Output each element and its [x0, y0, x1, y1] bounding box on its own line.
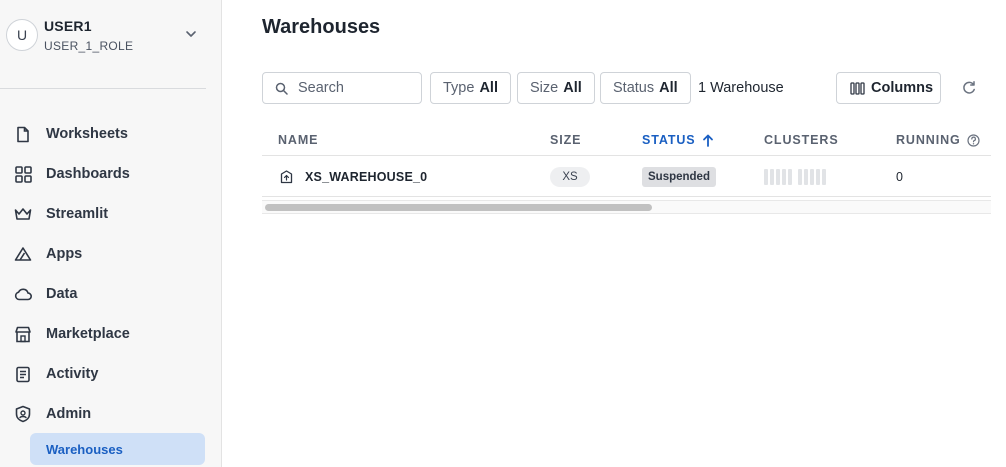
user-name: USER1 [44, 18, 92, 34]
filter-status[interactable]: Status All [600, 72, 691, 104]
sidebar-item-label: Marketplace [46, 326, 130, 342]
cluster-bar [776, 169, 780, 185]
cluster-bar [810, 169, 814, 185]
warehouse-name-cell[interactable]: XS_WAREHOUSE_0 [280, 157, 427, 197]
column-header-clusters[interactable]: CLUSTERS [764, 133, 839, 147]
column-header-label: CLUSTERS [764, 133, 839, 147]
cluster-bar [764, 169, 768, 185]
cluster-bar [782, 169, 786, 185]
sidebar-divider [0, 88, 206, 89]
horizontal-scrollbar[interactable] [262, 200, 991, 214]
columns-icon [850, 81, 865, 95]
page-title: Warehouses [262, 16, 381, 38]
cloud-icon [14, 285, 32, 303]
column-header-label: SIZE [550, 133, 582, 147]
sidebar-item-admin[interactable]: Admin [14, 398, 206, 430]
cluster-bar [816, 169, 820, 185]
sort-ascending-icon [702, 134, 713, 147]
cluster-group [798, 169, 826, 185]
cluster-bar [798, 169, 802, 185]
crown-icon [14, 205, 32, 223]
sidebar-item-label: Activity [46, 366, 99, 382]
sidebar-item-streamlit[interactable]: Streamlit [14, 198, 206, 230]
sidebar-item-apps[interactable]: Apps [14, 238, 206, 270]
filter-value: All [479, 80, 498, 96]
avatar: U [6, 19, 38, 51]
size-cell: XS [550, 157, 590, 197]
sidebar-subitem-warehouses[interactable]: Warehouses [30, 433, 205, 465]
columns-button[interactable]: Columns [836, 72, 941, 104]
cluster-bar [788, 169, 792, 185]
refresh-icon[interactable] [961, 80, 977, 96]
sidebar-item-label: Admin [46, 406, 92, 422]
user-menu[interactable]: U USER1 USER_1_ROLE [6, 15, 206, 55]
column-header-size[interactable]: SIZE [550, 133, 581, 147]
running-cell: 0 [896, 157, 903, 197]
sidebar: U USER1 USER_1_ROLE Worksheets Dashboard… [0, 0, 222, 467]
sidebar-item-label: Dashboards [46, 166, 130, 182]
column-header-name[interactable]: NAME [278, 133, 318, 147]
warehouse-name: XS_WAREHOUSE_0 [305, 170, 428, 184]
clusters-cell [764, 157, 826, 197]
search-icon [275, 82, 288, 95]
column-header-label: RUNNING [896, 133, 961, 147]
result-count: 1 Warehouse [698, 80, 784, 96]
column-header-status[interactable]: STATUS [642, 133, 714, 147]
sidebar-item-label: Apps [46, 246, 83, 262]
sidebar-item-label: Data [46, 286, 78, 302]
sidebar-item-data[interactable]: Data [14, 278, 206, 310]
column-header-running[interactable]: RUNNING [896, 133, 980, 147]
sidebar-item-marketplace[interactable]: Marketplace [14, 318, 206, 350]
cluster-group [764, 169, 792, 185]
filter-value: All [563, 80, 582, 96]
filter-type[interactable]: Type All [430, 72, 511, 104]
warehouse-icon [280, 170, 293, 184]
cluster-bar [804, 169, 808, 185]
sidebar-item-worksheets[interactable]: Worksheets [14, 118, 206, 150]
cluster-bar [770, 169, 774, 185]
store-icon [14, 325, 32, 343]
size-badge: XS [550, 167, 590, 187]
status-cell: Suspended [642, 157, 716, 197]
clusters-indicator [764, 169, 826, 185]
filter-label: Size [530, 80, 559, 96]
sidebar-item-activity[interactable]: Activity [14, 358, 206, 390]
running-count: 0 [896, 170, 903, 184]
chevron-down-icon[interactable] [184, 27, 198, 41]
scrollbar-thumb[interactable] [265, 204, 652, 211]
table-row[interactable]: XS_WAREHOUSE_0 XS Suspended 0 [262, 157, 991, 197]
activity-icon [14, 365, 32, 383]
column-header-label: NAME [278, 133, 319, 147]
sidebar-item-label: Worksheets [46, 126, 128, 142]
cluster-bar [822, 169, 826, 185]
search-input[interactable] [298, 80, 408, 96]
help-icon[interactable] [967, 133, 980, 147]
grid-icon [14, 165, 32, 183]
user-role: USER_1_ROLE [44, 39, 134, 53]
document-icon [14, 125, 32, 143]
sidebar-subitem-label: Warehouses [46, 441, 123, 457]
columns-label: Columns [871, 80, 934, 96]
search-box[interactable] [262, 72, 422, 104]
table-header: NAME SIZE STATUS CLUSTERS RUNNING [262, 124, 991, 156]
filter-label: Status [613, 80, 655, 96]
sidebar-item-label: Streamlit [46, 206, 109, 222]
filter-size[interactable]: Size All [517, 72, 595, 104]
filter-label: Type [443, 80, 475, 96]
shield-icon [14, 405, 32, 423]
status-badge: Suspended [642, 167, 716, 187]
filter-value: All [659, 80, 678, 96]
apps-icon [14, 245, 32, 263]
sidebar-item-dashboards[interactable]: Dashboards [14, 158, 206, 190]
column-header-label: STATUS [642, 133, 696, 147]
